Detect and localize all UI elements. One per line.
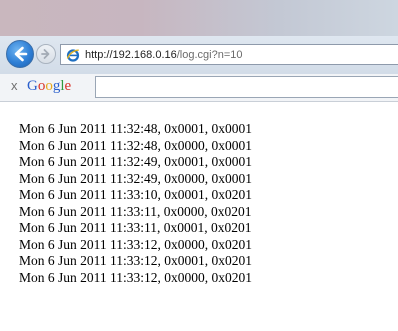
address-host: http://192.168.0.16 (85, 49, 177, 61)
google-logo-letter: e (64, 78, 72, 94)
google-logo-letter: o (45, 78, 53, 94)
log-line: Mon 6 Jun 2011 11:32:48, 0x0000, 0x0001 (19, 137, 253, 153)
google-logo-letter: G (27, 78, 38, 94)
window-titlebar (0, 0, 398, 36)
address-path: /log.cgi?n=10 (176, 49, 243, 61)
log-line: Mon 6 Jun 2011 11:33:12, 0x0000, 0x0201 (19, 269, 253, 285)
log-output: Mon 6 Jun 2011 11:32:48, 0x0001, 0x0001 … (19, 121, 389, 286)
internet-explorer-icon (66, 49, 80, 62)
log-line: Mon 6 Jun 2011 11:33:12, 0x0000, 0x0201 (19, 236, 253, 252)
log-line: Mon 6 Jun 2011 11:33:12, 0x0001, 0x0201 (19, 253, 253, 268)
toolbar-close-button[interactable]: x (11, 79, 21, 93)
back-arrow-icon (14, 46, 28, 62)
address-url[interactable]: http://192.168.0.16/log.cgi?n=10 (85, 48, 243, 62)
log-line: Mon 6 Jun 2011 11:33:11, 0x0001, 0x0201 (19, 220, 252, 235)
log-line: Mon 6 Jun 2011 11:32:49, 0x0000, 0x0001 (19, 170, 253, 186)
forward-button[interactable] (36, 44, 56, 64)
forward-arrow-icon (41, 49, 50, 59)
log-line: Mon 6 Jun 2011 11:33:11, 0x0000, 0x0201 (19, 203, 252, 219)
address-bar[interactable]: http://192.168.0.16/log.cgi?n=10 (60, 44, 398, 65)
log-line: Mon 6 Jun 2011 11:32:48, 0x0001, 0x0001 (19, 121, 253, 136)
log-line: Mon 6 Jun 2011 11:33:10, 0x0001, 0x0201 (19, 187, 253, 202)
back-button[interactable] (6, 40, 34, 68)
google-logo: Google (27, 77, 71, 95)
log-line: Mon 6 Jun 2011 11:32:49, 0x0001, 0x0001 (19, 154, 253, 169)
google-search-input[interactable] (95, 76, 398, 98)
